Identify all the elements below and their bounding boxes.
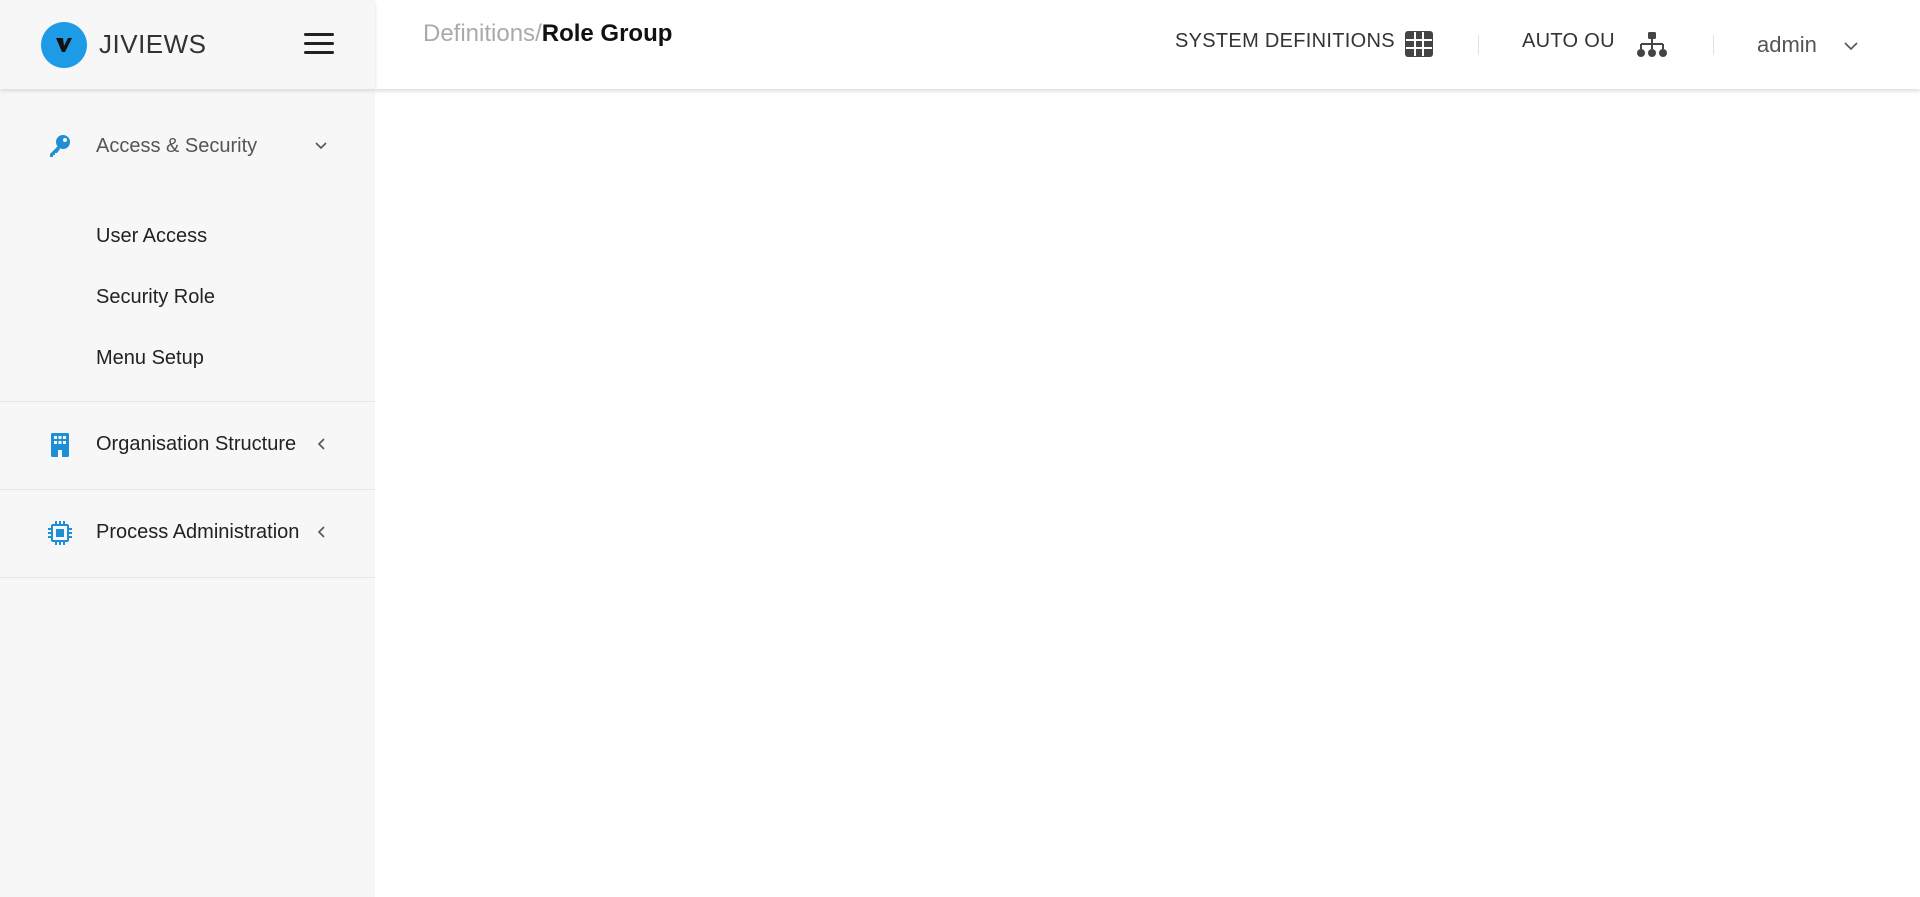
menu-toggle-icon[interactable] xyxy=(304,33,334,55)
chevron-down-icon[interactable] xyxy=(1844,38,1858,56)
system-definitions-link[interactable]: SYSTEM DEFINITIONS xyxy=(1175,30,1395,53)
app-name: JIVIEWS xyxy=(99,29,207,59)
breadcrumb: Definitions/Role Group xyxy=(423,20,672,48)
nav-group-label: Access & Security xyxy=(96,135,258,157)
chevron-left-icon xyxy=(314,437,328,451)
sidebar-nav: Access & Security User Access Security R… xyxy=(0,89,375,578)
chevron-left-icon xyxy=(314,525,328,539)
main-content xyxy=(375,89,1920,897)
breadcrumb-separator: / xyxy=(535,20,542,47)
nav-group-organisation-structure: Organisation Structure xyxy=(0,402,375,490)
org-chart-icon[interactable] xyxy=(1636,32,1668,63)
nav-sub-list: User Access Security Role Menu Setup xyxy=(0,206,375,401)
sidebar-item-menu-setup[interactable]: Menu Setup xyxy=(0,328,375,389)
building-icon xyxy=(46,431,74,459)
nav-group-label: Process Administration xyxy=(96,521,300,543)
brand-header: JIVIEWS xyxy=(0,0,375,89)
logo-v-icon xyxy=(56,37,72,52)
divider xyxy=(1478,35,1479,55)
user-menu[interactable]: admin xyxy=(1757,32,1817,58)
sidebar-item-user-access[interactable]: User Access xyxy=(0,206,375,267)
divider xyxy=(1713,35,1714,55)
app-logo[interactable] xyxy=(41,21,87,68)
grid-icon[interactable] xyxy=(1405,31,1433,62)
sidebar: JIVIEWS Access & Security User Access Se… xyxy=(0,0,375,897)
nav-group-header-access-security[interactable]: Access & Security xyxy=(0,89,375,206)
nav-group-label: Organisation Structure xyxy=(96,433,297,455)
nav-group-process-administration: Process Administration xyxy=(0,490,375,578)
key-icon xyxy=(46,132,74,160)
chevron-down-icon xyxy=(314,139,328,153)
auto-ou-link[interactable]: AUTO OU xyxy=(1522,30,1615,53)
top-bar: Definitions/Role Group SYSTEM DEFINITION… xyxy=(375,0,1920,89)
page-title: Role Group xyxy=(541,20,673,47)
sidebar-item-security-role[interactable]: Security Role xyxy=(0,267,375,328)
nav-group-access-security: Access & Security User Access Security R… xyxy=(0,89,375,402)
nav-group-header-organisation-structure[interactable]: Organisation Structure xyxy=(0,402,375,489)
chip-icon xyxy=(46,519,74,547)
breadcrumb-parent[interactable]: Definitions xyxy=(423,20,535,47)
nav-group-header-process-administration[interactable]: Process Administration xyxy=(0,490,375,577)
